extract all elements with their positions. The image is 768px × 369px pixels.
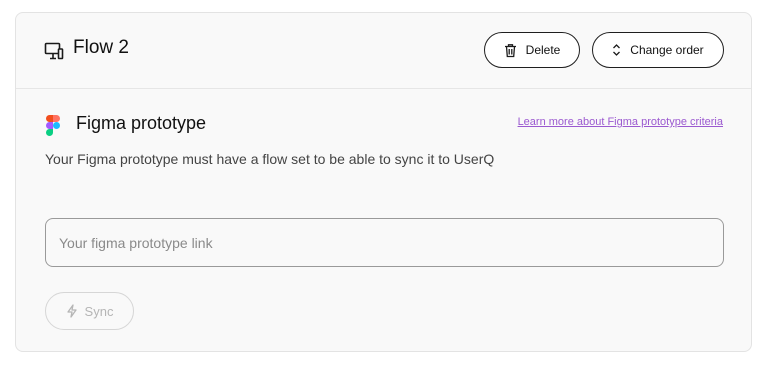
lightning-icon <box>66 304 77 318</box>
section-description: Your Figma prototype must have a flow se… <box>45 151 495 167</box>
sync-button[interactable]: Sync <box>45 292 134 330</box>
figma-link-input[interactable] <box>45 218 724 267</box>
change-order-button[interactable]: Change order <box>592 32 724 68</box>
flow-card: Flow 2 Delete Change order Figma prototy… <box>15 12 752 352</box>
section-title: Figma prototype <box>76 113 207 133</box>
flow-title: Flow 2 <box>73 37 129 58</box>
delete-button-label: Delete <box>525 43 561 57</box>
figma-prototype-section: Figma prototype Learn more about Figma p… <box>16 89 751 351</box>
trash-icon <box>504 43 516 57</box>
delete-button[interactable]: Delete <box>484 32 580 68</box>
flow-card-header: Flow 2 Delete Change order <box>16 13 751 89</box>
monitor-icon <box>44 42 64 60</box>
figma-logo-icon <box>46 115 60 136</box>
chevron-up-down-icon <box>613 44 621 56</box>
learn-more-link[interactable]: Learn more about Figma prototype criteri… <box>518 116 723 128</box>
change-order-button-label: Change order <box>630 43 704 57</box>
sync-button-label: Sync <box>84 303 114 319</box>
